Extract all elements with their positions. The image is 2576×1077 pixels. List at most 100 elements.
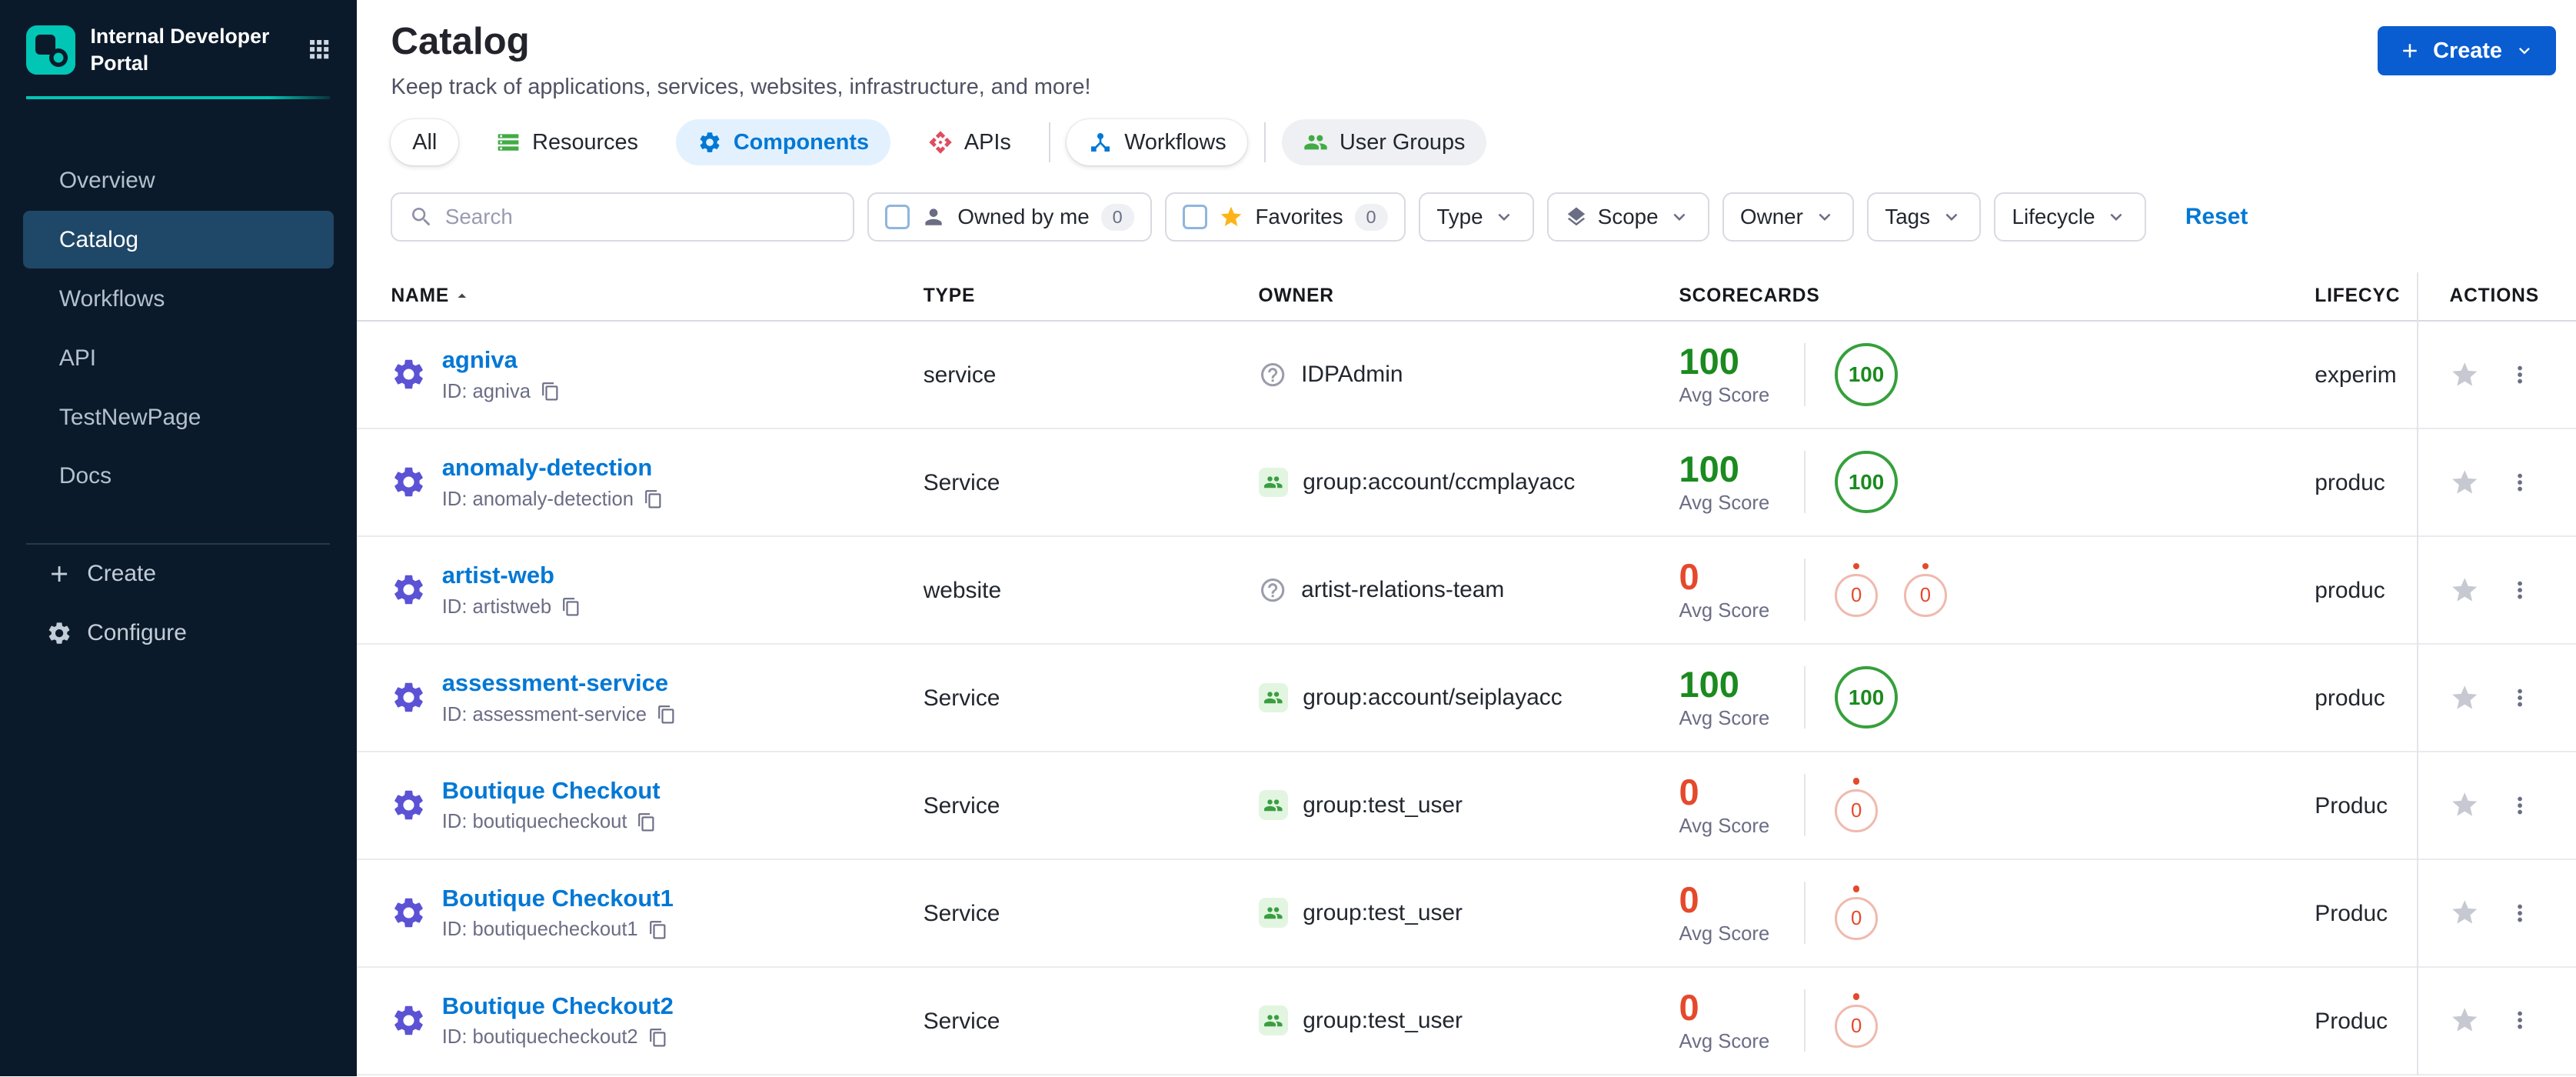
- person-icon: [921, 205, 946, 229]
- actions-cell: [2418, 898, 2576, 927]
- owner-name: group:test_user: [1303, 792, 1463, 818]
- scorecard-badge[interactable]: 0: [1835, 562, 1878, 618]
- reset-filters-link[interactable]: Reset: [2185, 204, 2248, 230]
- tags-dropdown[interactable]: Tags: [1866, 192, 1982, 242]
- copy-icon[interactable]: [541, 382, 561, 402]
- favorite-star-icon[interactable]: [2450, 790, 2479, 819]
- sidebar-item-catalog[interactable]: Catalog: [22, 211, 334, 269]
- favorite-star-icon[interactable]: [2450, 898, 2479, 927]
- entity-id: ID: boutiquecheckout1: [441, 919, 638, 941]
- group-icon: [1258, 467, 1288, 498]
- table-row: Boutique Checkout ID: boutiquecheckout S…: [356, 752, 2576, 860]
- copy-icon[interactable]: [657, 705, 677, 725]
- entity-name-link[interactable]: artist-web: [442, 562, 581, 589]
- more-options-icon[interactable]: [2507, 900, 2533, 926]
- component-gear-icon: [391, 464, 427, 500]
- tab-all[interactable]: All: [391, 119, 459, 166]
- favorite-star-icon[interactable]: [2450, 1005, 2479, 1035]
- header-owner: OWNER: [1259, 285, 1645, 307]
- header-name[interactable]: NAME: [357, 285, 924, 307]
- tab-components[interactable]: Components: [676, 119, 890, 166]
- entity-name-link[interactable]: Boutique Checkout2: [442, 992, 674, 1020]
- scope-dropdown[interactable]: Scope: [1546, 192, 1709, 242]
- sidebar-configure-button[interactable]: Configure: [0, 604, 357, 663]
- favorites-filter[interactable]: Favorites 0: [1165, 192, 1406, 242]
- scorecard-badge-value: 100: [1848, 362, 1885, 386]
- scorecard-badge[interactable]: 0: [1835, 993, 1878, 1048]
- owner-cell: group:account/seiplayacc: [1258, 682, 1645, 712]
- entity-name-link[interactable]: Boutique Checkout1: [442, 885, 674, 912]
- name-cell: anomaly-detection ID: anomaly-detection: [357, 454, 924, 511]
- sidebar-create-button[interactable]: Create: [0, 545, 357, 604]
- more-options-icon[interactable]: [2507, 362, 2533, 388]
- owned-by-me-label: Owned by me: [957, 205, 1090, 229]
- sidebar-item-overview[interactable]: Overview: [23, 152, 334, 210]
- entity-type: service: [923, 362, 997, 388]
- search-input[interactable]: [444, 205, 837, 230]
- lifecycle-dropdown[interactable]: Lifecycle: [1994, 192, 2146, 242]
- entity-type: Service: [923, 901, 1000, 927]
- entity-type: Service: [923, 685, 1000, 712]
- type-cell: Service: [924, 1005, 1259, 1035]
- sidebar-item-api[interactable]: API: [23, 329, 334, 387]
- copy-icon[interactable]: [644, 489, 664, 509]
- tab-workflows[interactable]: Workflows: [1067, 119, 1248, 166]
- actions-cell: [2418, 683, 2576, 712]
- sidebar-item-workflows[interactable]: Workflows: [23, 270, 334, 328]
- copy-icon[interactable]: [648, 920, 668, 940]
- lifecycle-cell: Produc: [2315, 898, 2418, 928]
- favorite-star-icon[interactable]: [2450, 360, 2479, 389]
- module-grid-icon[interactable]: [305, 35, 333, 63]
- tab-resources[interactable]: Resources: [474, 119, 659, 165]
- component-gear-icon: [391, 787, 427, 823]
- entity-name-link[interactable]: assessment-service: [442, 669, 677, 697]
- catalog-table: NAME TYPE OWNER SCORECARDS LIFECYC ACTIO…: [356, 272, 2576, 1076]
- scorecard-badge[interactable]: 100: [1835, 666, 1898, 729]
- owner-dropdown[interactable]: Owner: [1722, 192, 1854, 242]
- more-options-icon[interactable]: [2507, 577, 2533, 603]
- avg-score-label: Avg Score: [1679, 385, 1770, 407]
- alert-dot: [1852, 562, 1860, 570]
- alert-dot: [1852, 778, 1860, 785]
- owned-by-me-filter[interactable]: Owned by me 0: [867, 192, 1152, 242]
- star-icon: [1219, 205, 1243, 229]
- copy-icon[interactable]: [637, 812, 657, 832]
- more-options-icon[interactable]: [2507, 792, 2533, 819]
- scorecards-cell: 0 Avg Score 0: [1645, 772, 2315, 838]
- favorites-checkbox[interactable]: [1183, 205, 1208, 230]
- sidebar-item-testnewpage[interactable]: TestNewPage: [23, 388, 334, 446]
- scorecard-badge[interactable]: 100: [1835, 451, 1898, 514]
- scorecard-badge[interactable]: 0: [1904, 562, 1947, 618]
- favorite-star-icon[interactable]: [2450, 683, 2479, 712]
- scorecard-badge-value: 0: [1851, 907, 1862, 929]
- sidebar-item-docs[interactable]: Docs: [23, 448, 334, 505]
- create-button[interactable]: Create: [2377, 26, 2557, 76]
- entity-name-link[interactable]: agniva: [442, 346, 561, 374]
- score-divider: [1803, 774, 1806, 837]
- type-dropdown[interactable]: Type: [1419, 192, 1534, 242]
- more-options-icon[interactable]: [2507, 469, 2533, 495]
- scorecard-badge-value: 0: [1851, 1015, 1862, 1037]
- entity-name-link[interactable]: Boutique Checkout: [442, 777, 661, 805]
- owner-name: group:account/seiplayacc: [1303, 684, 1563, 710]
- copy-icon[interactable]: [648, 1028, 668, 1048]
- owned-by-me-checkbox[interactable]: [885, 205, 910, 230]
- scorecard-badge[interactable]: 100: [1835, 343, 1898, 406]
- avg-score-label: Avg Score: [1679, 923, 1770, 945]
- scorecard-badge[interactable]: 0: [1835, 885, 1878, 940]
- more-options-icon[interactable]: [2507, 1007, 2533, 1033]
- favorite-star-icon[interactable]: [2450, 575, 2479, 605]
- entity-name-link[interactable]: anomaly-detection: [442, 454, 664, 482]
- copy-icon[interactable]: [561, 597, 581, 617]
- score-divider: [1803, 559, 1806, 622]
- tab-user-groups[interactable]: User Groups: [1282, 119, 1487, 166]
- tab-workflows-label: Workflows: [1124, 129, 1226, 155]
- favorite-star-icon[interactable]: [2450, 468, 2479, 497]
- tab-apis[interactable]: APIs: [907, 119, 1032, 165]
- lifecycle-cell: produc: [2315, 575, 2418, 605]
- favorites-label: Favorites: [1255, 205, 1343, 229]
- scorecard-badge[interactable]: 0: [1835, 778, 1878, 832]
- more-options-icon[interactable]: [2507, 685, 2533, 711]
- sidebar-nav: Overview Catalog Workflows API TestNewPa…: [0, 152, 357, 507]
- main-content: Catalog Keep track of applications, serv…: [356, 0, 2576, 1076]
